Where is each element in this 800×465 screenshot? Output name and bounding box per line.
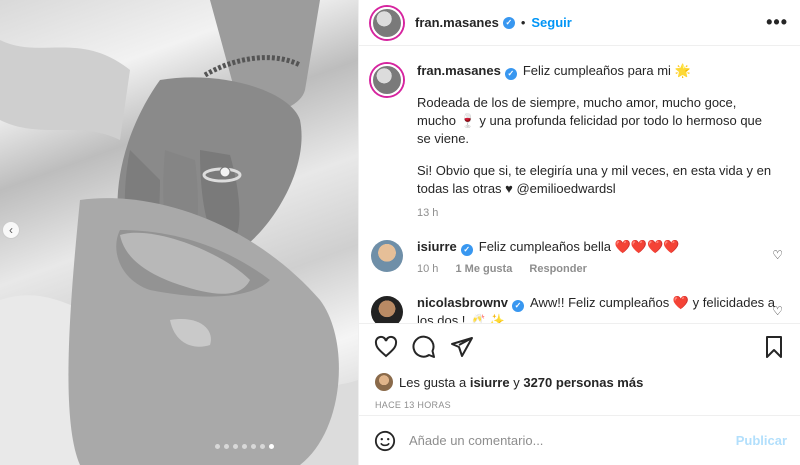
comment-username[interactable]: nicolasbrownv (417, 295, 508, 310)
reply-button[interactable]: Responder (529, 263, 586, 275)
heart-icon[interactable] (373, 334, 399, 360)
post-timestamp: HACE 13 HORAS (375, 400, 451, 410)
comment-input[interactable] (409, 433, 736, 448)
carousel-dot[interactable] (232, 444, 238, 449)
carousel-dot[interactable] (268, 444, 274, 449)
comment-time[interactable]: 10 h (417, 263, 438, 275)
caption-avatar[interactable] (371, 64, 403, 96)
comment-meta: 10 h 1 Me gusta Responder (417, 260, 777, 278)
emoji-icon[interactable] (373, 429, 397, 453)
header-separator: • (520, 15, 526, 30)
caption-paragraph-2: Rodeada de los de siempre, mucho amor, m… (417, 95, 763, 146)
post-actions-area: Les gusta a isiurre y 3270 personas más … (359, 323, 800, 416)
verified-icon: ✓ (512, 300, 525, 312)
post-photo[interactable]: ‹ (0, 0, 358, 465)
verified-icon: ✓ (460, 244, 473, 256)
comment-row: nicolasbrownv ✓ Aww!! Feliz cumpleaños ❤️ … (371, 294, 789, 323)
chevron-left-icon: ‹ (9, 223, 13, 237)
comment-row: isiurre ✓ Feliz cumpleaños bella ❤️❤️❤️❤️ … (371, 238, 789, 278)
comment-username[interactable]: isiurre (417, 239, 457, 254)
verified-icon: ✓ (504, 68, 517, 80)
carousel-dots (0, 444, 358, 449)
caption-username[interactable]: fran.masanes (417, 63, 501, 78)
heart-icon[interactable]: ♡ (772, 248, 783, 262)
comment-composer: Publicar (359, 415, 800, 465)
post-header: fran.masanes ✓ • Seguir ••• (359, 0, 800, 46)
comment-text: Feliz cumpleaños bella ❤️❤️❤️❤️ (478, 239, 680, 254)
likes-prefix: Les gusta a (399, 374, 467, 390)
follow-button[interactable]: Seguir (531, 15, 571, 30)
caption-paragraph-3: Si! Obvio que si, te elegiría una y mil … (417, 163, 772, 196)
author-username[interactable]: fran.masanes (415, 15, 499, 30)
likes-joiner: y (513, 374, 520, 390)
carousel-dot[interactable] (250, 444, 256, 449)
comment-avatar[interactable] (371, 296, 403, 323)
publish-button[interactable]: Publicar (736, 433, 787, 448)
carousel-dot[interactable] (223, 444, 229, 449)
caption-line1: Feliz cumpleaños para mi 🌟 (522, 63, 691, 78)
carousel-dot[interactable] (214, 444, 220, 449)
bookmark-icon[interactable] (761, 334, 787, 360)
heart-icon[interactable]: ♡ (772, 304, 783, 318)
comments-list: fran.masanes ✓ Feliz cumpleaños para mi 🌟 … (359, 46, 800, 323)
author-avatar[interactable] (371, 6, 403, 39)
caption-time[interactable]: 13 h (417, 207, 438, 219)
likes-others[interactable]: 3270 personas más (523, 375, 643, 390)
caption-meta: 13 h (417, 204, 777, 222)
liker-avatar[interactable] (375, 373, 393, 391)
action-bar (359, 324, 800, 370)
post-panel: fran.masanes ✓ • Seguir ••• fran.masanes… (358, 0, 800, 465)
comment-likes[interactable]: 1 Me gusta (455, 263, 512, 275)
comment-avatar[interactable] (371, 240, 403, 272)
likes-user[interactable]: isiurre (470, 375, 510, 390)
verified-icon: ✓ (502, 16, 515, 29)
caption-body: fran.masanes ✓ Feliz cumpleaños para mi 🌟 … (417, 62, 777, 222)
photo-hands-illustration (0, 0, 358, 465)
share-icon[interactable] (449, 334, 475, 360)
comment-body: nicolasbrownv ✓ Aww!! Feliz cumpleaños ❤️ … (417, 294, 777, 323)
comment-body: isiurre ✓ Feliz cumpleaños bella ❤️❤️❤️❤️ … (417, 238, 777, 278)
carousel-dot[interactable] (241, 444, 247, 449)
caption: fran.masanes ✓ Feliz cumpleaños para mi 🌟 … (371, 62, 789, 222)
more-icon[interactable]: ••• (766, 12, 788, 33)
likes-summary: Les gusta a isiurre y 3270 personas más (359, 370, 800, 394)
comment-icon[interactable] (411, 334, 437, 360)
carousel-dot[interactable] (259, 444, 265, 449)
carousel-prev-button[interactable]: ‹ (2, 221, 20, 239)
